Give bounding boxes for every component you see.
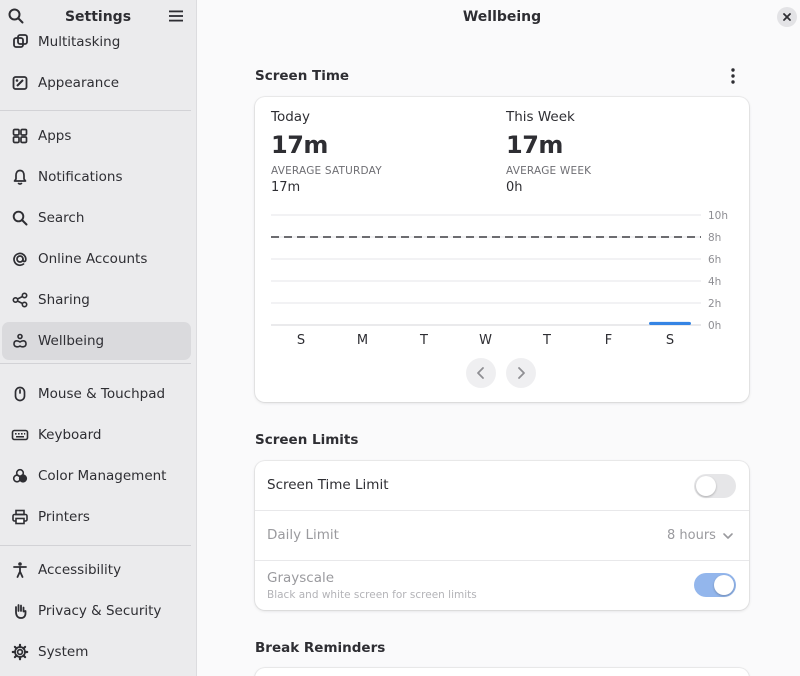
sidebar-item-label: Appearance: [38, 75, 120, 91]
daily-limit-value[interactable]: 8 hours: [667, 528, 716, 543]
sidebar-item-label: Online Accounts: [38, 251, 148, 267]
bell-icon: [13, 169, 27, 185]
sidebar-item-label: Mouse & Touchpad: [38, 386, 166, 402]
grayscale-subtitle: Black and white screen for screen limits: [267, 589, 477, 601]
sidebar-item-label: Printers: [38, 509, 90, 525]
sidebar-item-label: Accessibility: [38, 562, 122, 578]
sidebar-separator: [0, 545, 191, 546]
break-reminders-card: [255, 668, 749, 676]
next-week-button[interactable]: [506, 358, 536, 388]
close-button[interactable]: [777, 7, 797, 27]
sidebar-item-system[interactable]: System: [2, 633, 191, 671]
chart-bar: [649, 321, 691, 325]
keyboard-icon: [11, 429, 29, 441]
chart-y-tick-label: 0h: [708, 320, 721, 332]
sidebar: Multitasking Appearance Apps Notifications S…: [0, 0, 197, 676]
sidebar-item-wellbeing[interactable]: Wellbeing: [2, 322, 191, 360]
gear-icon: [11, 643, 29, 661]
sidebar-item-sharing[interactable]: Sharing: [2, 281, 191, 319]
sidebar-item-label: Sharing: [38, 292, 90, 308]
chart-x-tick-label: T: [542, 333, 551, 348]
close-icon: [783, 13, 791, 21]
screen-time-card: Today 17m AVERAGE SATURDAY 17m This Week…: [255, 97, 749, 402]
chart-y-tick-label: 8h: [708, 232, 721, 244]
apps-icon: [12, 128, 28, 144]
sidebar-item-printers[interactable]: Printers: [2, 498, 191, 536]
sidebar-item-apps[interactable]: Apps: [2, 117, 191, 155]
sidebar-separator: [0, 363, 191, 364]
sidebar-item-label: Wellbeing: [38, 333, 105, 349]
hand-icon: [15, 604, 27, 619]
sidebar-item-appearance[interactable]: Appearance: [2, 64, 191, 102]
chart-x-tick-label: T: [419, 333, 428, 348]
sidebar-item-search[interactable]: Search: [2, 199, 191, 237]
sidebar-item-keyboard[interactable]: Keyboard: [2, 416, 191, 454]
sidebar-item-notifications[interactable]: Notifications: [2, 158, 191, 196]
wellbeing-icon: [13, 333, 27, 348]
sidebar-item-color-management[interactable]: Color Management: [2, 457, 191, 495]
sidebar-item-label: Multitasking: [38, 34, 121, 50]
chart-x-tick-label: S: [297, 333, 305, 348]
sidebar-item-mouse-touchpad[interactable]: Mouse & Touchpad: [2, 375, 191, 413]
chevron-down-icon[interactable]: [721, 529, 735, 543]
chart-y-tick-label: 10h: [708, 210, 728, 222]
main-panel: Wellbeing Screen Time Today 17m AVERAGE …: [197, 0, 800, 676]
grayscale-row[interactable]: Grayscale Black and white screen for scr…: [255, 561, 749, 610]
usage-chart: 0h 2h 4h 6h 8h 10h S M T W T F S: [271, 210, 728, 348]
sidebar-item-label: Notifications: [38, 169, 123, 185]
hamburger-menu-icon[interactable]: [166, 6, 186, 26]
grayscale-toggle[interactable]: [694, 573, 736, 597]
share-icon: [12, 292, 28, 308]
printer-icon: [12, 509, 28, 525]
sidebar-item-label: Apps: [38, 128, 72, 144]
mouse-icon: [14, 386, 26, 402]
sidebar-item-online-accounts[interactable]: Online Accounts: [2, 240, 191, 278]
appearance-icon: [12, 76, 28, 90]
multitasking-icon: [13, 34, 28, 48]
more-options-icon[interactable]: [723, 66, 743, 86]
sidebar-item-label: Keyboard: [38, 427, 102, 443]
chart-y-tick-label: 6h: [708, 254, 721, 266]
sidebar-item-privacy-security[interactable]: Privacy & Security: [2, 592, 191, 630]
screen-limits-card: Screen Time Limit Daily Limit 8 hours Gr…: [255, 461, 749, 610]
daily-limit-row[interactable]: Daily Limit 8 hours: [255, 511, 749, 561]
screen-limits-title: Screen Limits: [255, 432, 359, 448]
sidebar-item-label: Privacy & Security: [38, 603, 162, 619]
grayscale-label: Grayscale: [267, 570, 335, 586]
screen-time-limit-row[interactable]: Screen Time Limit: [255, 461, 749, 511]
sidebar-separator: [0, 110, 191, 111]
accessibility-icon: [13, 562, 27, 578]
screen-time-limit-toggle[interactable]: [694, 474, 736, 498]
sidebar-item-label: Search: [38, 210, 85, 226]
sidebar-item-label: System: [38, 644, 89, 660]
chevron-right-icon: [518, 367, 525, 379]
chart-x-tick-label: M: [357, 333, 368, 348]
daily-limit-label: Daily Limit: [267, 527, 339, 543]
sidebar-item-label: Color Management: [38, 468, 167, 484]
chart-x-tick-label: S: [666, 333, 674, 348]
chart-y-tick-label: 4h: [708, 276, 721, 288]
page-title: Wellbeing: [462, 9, 542, 25]
chart-x-tick-label: W: [479, 333, 492, 348]
at-icon: [13, 252, 27, 267]
previous-week-button[interactable]: [466, 358, 496, 388]
chart-x-tick-label: F: [605, 333, 612, 348]
screen-time-limit-label: Screen Time Limit: [267, 477, 389, 493]
break-reminders-title: Break Reminders: [255, 640, 386, 656]
chart-y-tick-label: 2h: [708, 298, 721, 310]
chevron-left-icon: [477, 367, 484, 379]
sidebar-item-accessibility[interactable]: Accessibility: [2, 551, 191, 589]
search-icon: [12, 210, 28, 226]
screen-time-title: Screen Time: [255, 68, 350, 84]
sidebar-header: Settings: [0, 0, 196, 34]
color-icon: [12, 468, 28, 483]
